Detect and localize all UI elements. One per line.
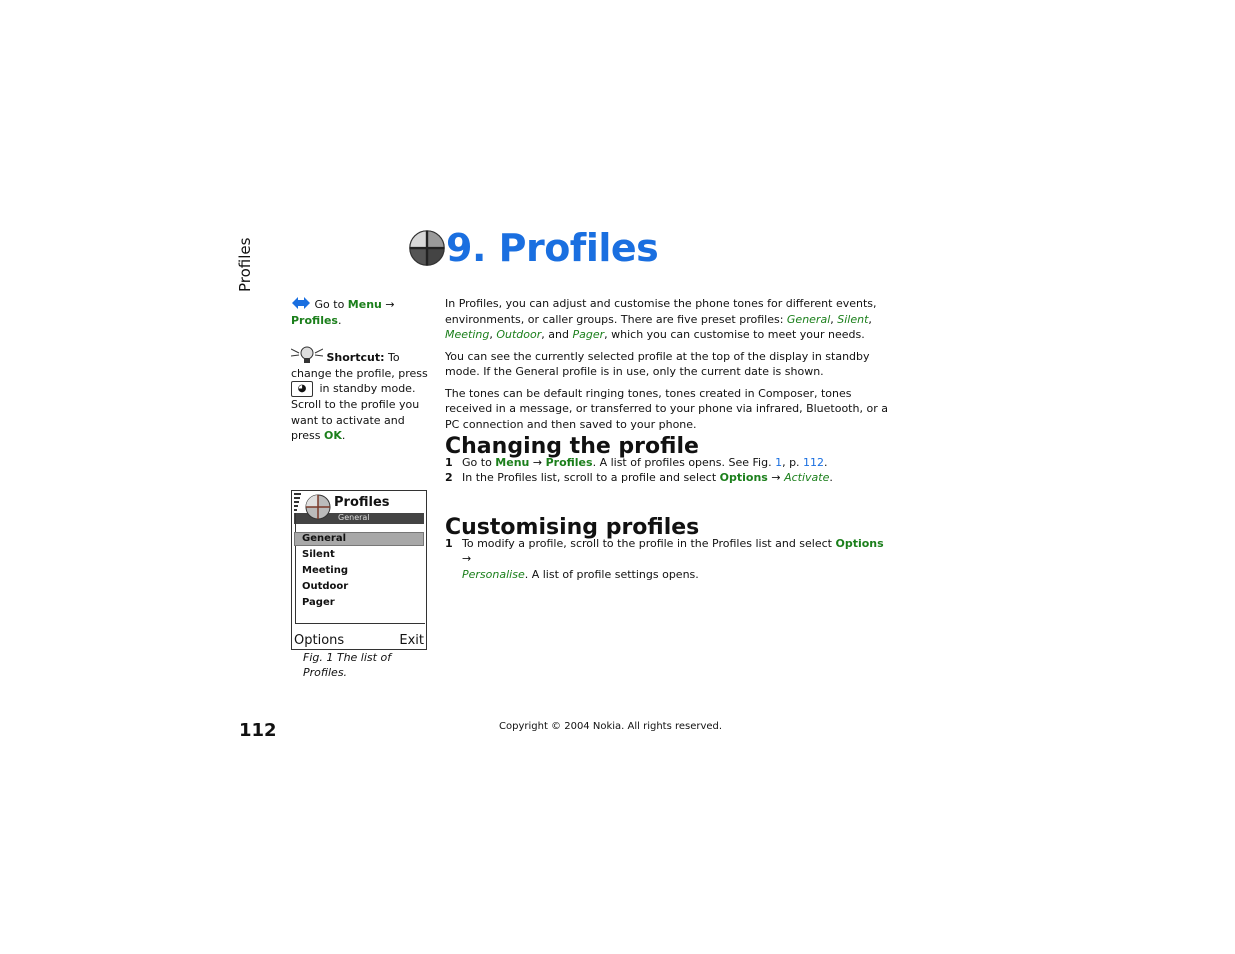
side-chapter-tab: Profiles (236, 232, 266, 292)
phone-screen-figure: Profiles General General Silent Meeting … (291, 490, 427, 650)
intro-paragraph-2: You can see the currently selected profi… (445, 349, 870, 379)
goto-note: Go to Menu → Profiles. (291, 297, 395, 327)
copyright-notice: Copyright © 2004 Nokia. All rights reser… (499, 721, 723, 732)
customising-heading: Customising profiles (445, 515, 700, 540)
profile-meeting-link[interactable]: Meeting (445, 328, 489, 341)
profile-general-link[interactable]: General (787, 313, 830, 326)
lightbulb-tip-icon (290, 346, 324, 363)
chapter-title: 9. Profiles (408, 226, 659, 270)
changing-heading: Changing the profile (445, 434, 699, 459)
phone-screen-title: Profiles (334, 495, 390, 510)
intro-paragraph-1: In Profiles, you can adjust and customis… (445, 297, 877, 341)
intro-text: In Profiles, you can adjust and customis… (445, 296, 895, 438)
side-chapter-label: Profiles (236, 237, 254, 292)
current-profile-label: General (338, 513, 370, 522)
personalise-link[interactable]: Personalise (462, 568, 525, 581)
changing-section: Changing the profile 1 Go to Menu → Prof… (445, 434, 895, 486)
profile-list-item[interactable]: Outdoor (302, 581, 348, 592)
shortcut-note: Shortcut: To change the profile, press ◕… (290, 346, 429, 444)
figure-caption: Fig. 1 The list of Profiles. (303, 651, 392, 679)
profile-list-item[interactable]: General (302, 533, 346, 544)
signal-bars-icon (294, 493, 301, 511)
intro-paragraph-3: The tones can be default ringing tones, … (445, 386, 888, 431)
page-link[interactable]: 112 (803, 456, 824, 469)
power-key-icon: ◕ (291, 381, 313, 397)
navigation-arrow-icon (292, 297, 310, 309)
options-softkey[interactable]: Options (294, 633, 344, 648)
options-link[interactable]: Options (835, 537, 883, 550)
profile-list-item[interactable]: Meeting (302, 565, 348, 576)
profiles-link[interactable]: Profiles (291, 314, 338, 327)
shortcut-label: Shortcut: (326, 351, 385, 364)
menu-link[interactable]: Menu (495, 456, 529, 469)
options-link[interactable]: Options (720, 471, 768, 484)
profile-list-item[interactable]: Silent (302, 549, 335, 560)
profile-pager-link[interactable]: Pager (572, 328, 604, 341)
exit-softkey[interactable]: Exit (399, 633, 424, 648)
ok-link[interactable]: OK (324, 429, 342, 442)
profiles-link[interactable]: Profiles (546, 456, 593, 469)
profile-silent-link[interactable]: Silent (837, 313, 868, 326)
activate-link[interactable]: Activate (784, 471, 829, 484)
customising-step-1: 1 To modify a profile, scroll to the pro… (445, 536, 884, 581)
profiles-icon (409, 230, 445, 266)
profile-list-item[interactable]: Pager (302, 597, 335, 608)
page-number: 112 (239, 720, 277, 741)
chapter-heading: 9. Profiles (446, 226, 659, 270)
profiles-app-icon (305, 494, 331, 520)
changing-step-2: 2 In the Profiles list, scroll to a prof… (445, 471, 833, 484)
changing-step-1: 1 Go to Menu → Profiles. A list of profi… (445, 455, 828, 469)
profile-outdoor-link[interactable]: Outdoor (496, 328, 541, 341)
customising-section: Customising profiles 1 To modify a profi… (445, 515, 895, 582)
menu-link[interactable]: Menu (348, 298, 382, 311)
